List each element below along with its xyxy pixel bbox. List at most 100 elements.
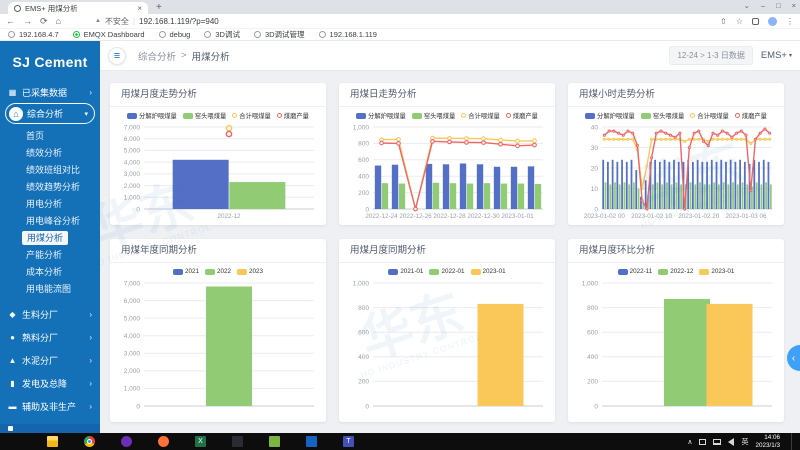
legend-item[interactable]: 2021 [173,268,199,275]
onenote-icon[interactable] [306,436,317,447]
terminal-icon[interactable] [232,436,243,447]
legend-item[interactable]: 2022 [205,268,231,275]
legend-item[interactable]: 合计喂煤量 [461,111,499,120]
back-icon[interactable]: ← [6,16,15,26]
window-close-button[interactable]: × [792,1,796,10]
volume-icon[interactable] [728,438,734,446]
file-explorer-icon[interactable] [47,436,58,447]
firefox-icon[interactable] [158,436,169,447]
legend-item[interactable]: 2022-12 [658,268,693,275]
legend-item[interactable]: 分解炉喂煤量 [127,111,177,120]
show-desktop-button[interactable] [791,433,794,450]
daily-trend-chart[interactable]: 分解炉喂煤量窑头喂煤量合计喂煤量煤磨产量 02004006008001,00020… [343,109,551,221]
hourly-trend-chart[interactable]: 分解炉喂煤量窑头喂煤量合计喂煤量煤磨产量 0102030402023-01-02 … [572,109,780,221]
legend-item[interactable]: 分解炉喂煤量 [585,111,635,120]
bookmark-item[interactable]: 3D调试 [204,29,240,40]
app-purple-icon[interactable] [121,436,132,447]
taskbar-clock[interactable]: 14:06 2023/1/3 [755,434,780,450]
svg-text:200: 200 [587,379,598,386]
legend-item[interactable]: 窑头喂煤量 [641,111,684,120]
legend-item[interactable]: 分解炉喂煤量 [356,111,406,120]
legend-item[interactable]: 2021-01 [388,268,423,275]
home-icon[interactable]: ⌂ [56,16,61,26]
chart-canvas[interactable]: 02004006008001,0002022-12-242022-12-2620… [343,122,551,221]
reload-icon[interactable]: ⟳ [40,16,48,27]
teams-icon[interactable]: T [343,436,354,447]
sidebar-group-辅助及非生产[interactable]: ▬辅助及非生产› [0,395,100,418]
sidebar-subitem-用电能流图[interactable]: 用电能流图 [0,281,100,298]
legend-item[interactable]: 合计喂煤量 [232,111,270,120]
notepad-icon[interactable] [269,436,280,447]
bookmark-item[interactable]: EMQX Dashboard [73,30,145,39]
excel-icon[interactable]: X [195,436,206,447]
sidebar-subitem-首页[interactable]: 首页 [0,128,100,145]
start-button[interactable] [10,436,21,447]
legend-item[interactable]: 2022-01 [429,268,464,275]
date-range-badge[interactable]: 12-24 > 1-3 日数据 [669,46,752,65]
legend-item[interactable]: 2022-11 [618,268,653,275]
tab-close-icon[interactable]: × [137,4,142,13]
hidden-icons-chevron[interactable]: ∧ [687,438,692,446]
app-switcher[interactable]: EMS+ ▾ [761,50,792,61]
sidebar-subitem-产能分析[interactable]: 产能分析 [0,247,100,264]
sidebar-item-comprehensive-analysis[interactable]: ⌂ 综合分析 ▾ [5,103,95,124]
chart-canvas[interactable]: 0102030402023-01-02 002023-01-02 102023-… [572,122,780,221]
network-icon[interactable] [699,439,706,445]
sidebar-submenu: 首页绩效分析绩效班组对比绩效趋势分析用电分析用电峰谷分析用煤分析产能分析成本分析… [0,128,100,298]
url-box[interactable]: ▲ 不安全 | 192.168.1.119/?p=940 [69,16,712,27]
bookmark-star-icon[interactable]: ☆ [736,17,743,26]
legend-item[interactable]: 窑头喂煤量 [183,111,226,120]
legend-bar-swatch [356,113,366,119]
sidebar-group-熟料分厂[interactable]: ●熟料分厂› [0,326,100,349]
chart-canvas[interactable]: 01,0002,0003,0004,0005,0006,0007,000 [114,278,322,418]
monthly-mom-chart[interactable]: 2022-11 2022-12 2023-01 02004006008001,000 [572,265,780,418]
legend-item[interactable]: 2023-01 [699,268,734,275]
browser-menu-icon[interactable]: ⋮ [786,17,794,26]
sidebar-group-生料分厂[interactable]: ◆生料分厂› [0,303,100,326]
sidebar-subitem-绩效分析[interactable]: 绩效分析 [0,145,100,162]
svg-text:2022-12-26: 2022-12-26 [399,213,432,220]
monthly-yoy-chart[interactable]: 2021-01 2022-01 2023-01 02004006008001,000 [343,265,551,418]
sidebar-subitem-用煤分析[interactable]: 用煤分析 [0,230,100,247]
bookmark-item[interactable]: 192.168.1.119 [319,30,377,39]
sidebar-group-发电及总降[interactable]: ▮发电及总降› [0,372,100,395]
display-icon[interactable] [713,439,721,445]
sidebar-group-水泥分厂[interactable]: ▲水泥分厂› [0,349,100,372]
legend-bar-swatch [127,113,137,119]
chrome-icon[interactable] [84,436,95,447]
chart-canvas[interactable]: 01,0002,0003,0004,0005,0006,0007,0002022… [114,122,322,221]
ime-indicator[interactable]: 英 [741,437,748,447]
extensions-icon[interactable] [752,18,759,25]
legend-item[interactable]: 煤磨产量 [506,111,538,120]
tab-search-icon[interactable]: ⌄ [744,1,750,10]
legend-item[interactable]: 煤磨产量 [735,111,767,120]
legend-item[interactable]: 合计喂煤量 [690,111,728,120]
legend-item[interactable]: 窑头喂煤量 [412,111,455,120]
forward-icon[interactable]: → [23,16,32,26]
sidebar-subitem-绩效趋势分析[interactable]: 绩效趋势分析 [0,179,100,196]
sidebar-subitem-用电峰谷分析[interactable]: 用电峰谷分析 [0,213,100,230]
sidebar-subitem-成本分析[interactable]: 成本分析 [0,264,100,281]
yearly-yoy-chart[interactable]: 2021 2022 2023 01,0002,0003,0004,0005,0006,… [114,265,322,418]
legend-item[interactable]: 2023-01 [471,268,506,275]
legend-item[interactable]: 煤磨产量 [277,111,309,120]
chart-canvas[interactable]: 02004006008001,000 [343,278,551,418]
monthly-trend-chart[interactable]: 分解炉喂煤量窑头喂煤量合计喂煤量煤磨产量 01,0002,0003,0004,00… [114,109,322,221]
window-minimize-button[interactable]: – [761,1,765,10]
new-tab-button[interactable]: + [156,2,162,14]
window-maximize-button[interactable]: □ [776,1,781,10]
sidebar-subitem-绩效班组对比[interactable]: 绩效班组对比 [0,162,100,179]
breadcrumb-parent[interactable]: 综合分析 [138,49,176,63]
share-icon[interactable]: ⇧ [720,17,727,26]
sidebar-item-collected-data[interactable]: ▦ 已采集数据 › [0,83,100,101]
bookmark-item[interactable]: 3D调试管理 [254,29,305,40]
legend-item[interactable]: 2023 [237,268,263,275]
profile-avatar[interactable] [768,17,777,26]
chart-canvas[interactable]: 02004006008001,000 [572,278,780,418]
security-label: 不安全 [105,16,129,27]
bookmark-item[interactable]: 192.168.4.7 [8,30,59,39]
bookmark-item[interactable]: debug [159,30,191,39]
sidebar-toggle-button[interactable]: ≡ [108,47,126,65]
sidebar-subitem-用电分析[interactable]: 用电分析 [0,196,100,213]
browser-tab[interactable]: EMS+ 用煤分析 × [8,2,148,14]
